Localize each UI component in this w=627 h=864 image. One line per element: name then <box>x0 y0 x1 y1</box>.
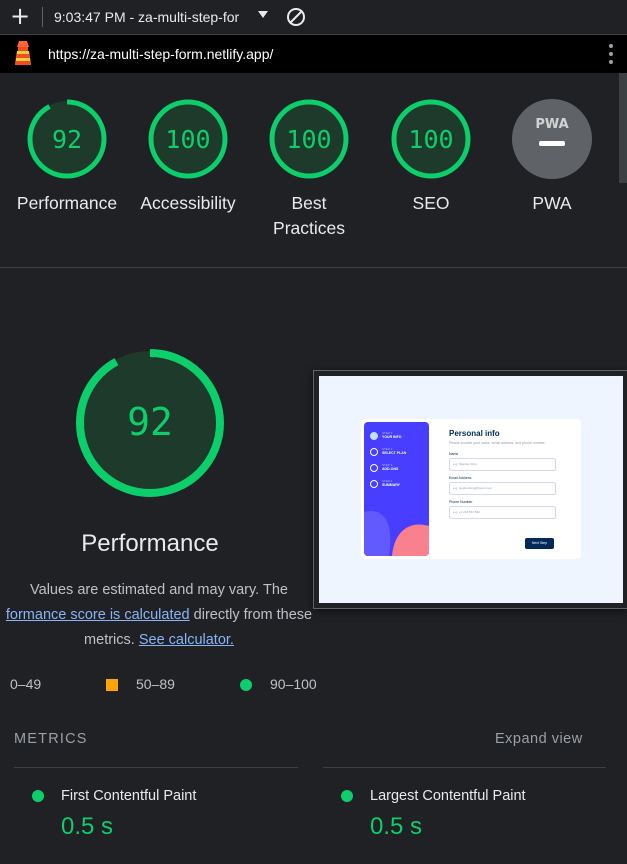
metrics-heading: METRICS <box>14 731 88 747</box>
performance-gauge: 92 <box>73 346 227 505</box>
score-gauge: 100 <box>391 99 471 179</box>
toolbar-divider <box>42 7 43 27</box>
score-gauge: 100 <box>269 99 349 179</box>
divider <box>14 767 298 768</box>
step-item: STEP 1 YOUR INFO <box>370 431 429 442</box>
svg-text:100: 100 <box>408 125 453 154</box>
step-number <box>370 448 378 456</box>
svg-text:PWA: PWA <box>535 117 568 132</box>
form-card: STEP 1 YOUR INFO STEP 2 SELECT PLAN STEP… <box>361 419 581 559</box>
step-item: STEP 3 ADD-ONS <box>370 463 429 474</box>
step-label: SUMMARY <box>382 483 400 487</box>
gauge-performance[interactable]: 92 Performance <box>7 97 127 216</box>
svg-text:92: 92 <box>127 400 173 444</box>
metric-value: 0.5 s <box>370 813 423 840</box>
step-number <box>370 464 378 472</box>
step-number <box>370 432 378 440</box>
category-scores: 92 Performance 100 Accessibility 100 Bes… <box>0 73 627 268</box>
pass-circle-icon <box>240 679 252 691</box>
phone-field: e.g. +1 234 567 890 <box>449 506 556 519</box>
svg-text:100: 100 <box>286 125 331 154</box>
metric-name: Largest Contentful Paint <box>370 788 526 804</box>
divider <box>323 767 606 768</box>
new-report-button[interactable]: + <box>8 4 32 29</box>
score-gauge: 92 <box>27 99 107 179</box>
gauge-label: Performance <box>16 193 118 213</box>
gauge-label: Accessibility <box>140 193 236 213</box>
page-url: https://za-multi-step-form.netlify.app/ <box>48 46 274 62</box>
gauge-label: Best Practices <box>273 193 345 238</box>
pass-circle-icon <box>32 790 44 802</box>
pass-circle-icon <box>341 790 353 802</box>
gauge-seo[interactable]: 100 SEO <box>371 97 491 216</box>
name-field: e.g. Stephen King <box>449 458 556 471</box>
svg-text:100: 100 <box>165 125 210 154</box>
final-screenshot[interactable]: STEP 1 YOUR INFO STEP 2 SELECT PLAN STEP… <box>313 370 627 609</box>
score-gauge-large: 92 <box>76 349 224 497</box>
next-step-button: Next Step <box>525 538 554 549</box>
gauge-accessibility[interactable]: 100 Accessibility <box>128 97 248 216</box>
clear-icon[interactable] <box>287 8 305 26</box>
sidebar-panel: STEP 1 YOUR INFO STEP 2 SELECT PLAN STEP… <box>364 422 429 556</box>
legend-fail: 0–49 <box>10 676 42 692</box>
step-number <box>370 480 378 488</box>
score-gauge: 100 <box>148 99 228 179</box>
email-field: e.g. stephenking@lorem.com <box>449 482 556 495</box>
form-subtitle: Please provide your name, email address,… <box>449 441 546 445</box>
step-item: STEP 4 SUMMARY <box>370 479 429 490</box>
section-title: Performance <box>81 530 219 557</box>
field-label: Phone Number <box>449 500 473 504</box>
pwa-badge-icon: PWA <box>512 99 592 179</box>
expand-view-button[interactable]: Expand view <box>495 731 583 747</box>
see-calculator-link[interactable]: See calculator. <box>139 632 234 648</box>
step-label: YOUR INFO <box>382 435 402 439</box>
more-options-icon[interactable] <box>609 44 613 64</box>
step-label: ADD-ONS <box>382 467 399 471</box>
gauge-label: PWA <box>532 193 572 213</box>
gauge-label: SEO <box>412 193 450 213</box>
metric-value: 0.5 s <box>61 813 114 840</box>
form-title: Personal info <box>449 429 500 438</box>
step-label: SELECT PLAN <box>382 451 407 455</box>
average-square-icon <box>106 679 118 691</box>
step-item: STEP 2 SELECT PLAN <box>370 447 429 458</box>
legend-pass: 90–100 <box>270 676 317 692</box>
report-selector[interactable]: 9:03:47 PM - za-multi-step-for <box>54 9 239 25</box>
performance-description: Values are estimated and may vary. The f… <box>0 578 324 653</box>
svg-text:92: 92 <box>52 125 82 154</box>
gauge-best-practices[interactable]: 100 Best Practices <box>249 97 369 241</box>
field-label: Email Address <box>449 476 472 480</box>
legend-average: 50–89 <box>136 676 175 692</box>
devtools-toolbar: + 9:03:47 PM - za-multi-step-for <box>0 0 627 35</box>
desc-text: Values are estimated and may vary. The <box>30 582 288 598</box>
metric-name: First Contentful Paint <box>61 788 197 804</box>
screenshot-canvas: STEP 1 YOUR INFO STEP 2 SELECT PLAN STEP… <box>319 376 623 603</box>
gauge-pwa[interactable]: PWA PWA <box>492 97 612 216</box>
score-calculated-link[interactable]: formance score is calculated <box>6 607 190 623</box>
field-label: Name <box>449 452 459 456</box>
url-bar: https://za-multi-step-form.netlify.app/ <box>0 35 627 73</box>
lighthouse-icon <box>15 41 31 65</box>
chevron-down-icon[interactable] <box>258 11 268 18</box>
